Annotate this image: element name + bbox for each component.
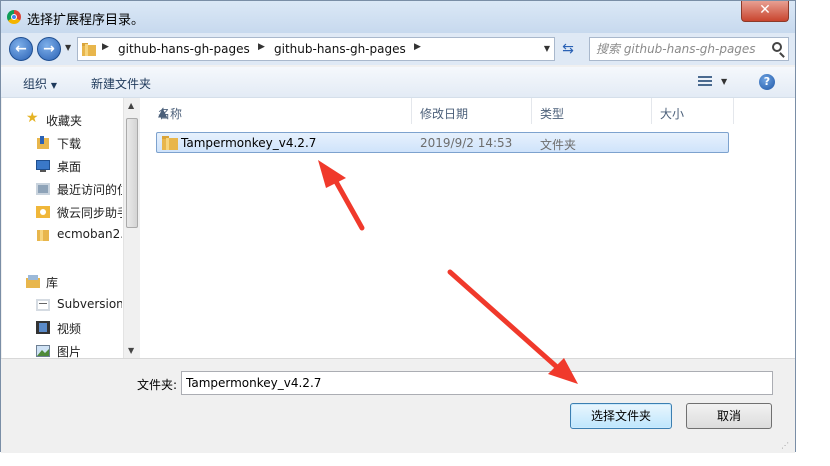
- nav-item-pictures[interactable]: 图片: [2, 341, 122, 358]
- file-dialog: 选择扩展程序目录。 ✕ ← → ▼ ▶ github-hans-gh-pages…: [0, 0, 796, 453]
- nav-item-label: 最近访问的位: [57, 183, 122, 197]
- folder-icon: [82, 43, 96, 56]
- nav-item-downloads[interactable]: 下载: [2, 133, 122, 153]
- file-row[interactable]: Tampermonkey_v4.2.7 2019/9/2 14:53 文件夹: [156, 132, 729, 153]
- star-icon: ★: [26, 110, 39, 126]
- search-input[interactable]: [596, 41, 762, 57]
- recent-locations-dropdown-icon[interactable]: ▼: [65, 43, 71, 52]
- select-folder-button[interactable]: 选择文件夹: [570, 403, 672, 429]
- nav-item-label: 图片: [57, 345, 82, 358]
- column-header-label: 类型: [540, 107, 565, 121]
- address-bar[interactable]: ▶ github-hans-gh-pages ▶ github-hans-gh-…: [77, 37, 555, 61]
- nav-group-libraries[interactable]: 库: [2, 272, 122, 292]
- cloud-sync-icon: [36, 206, 50, 218]
- nav-item-ecmoban[interactable]: ecmoban2.: [2, 225, 122, 245]
- nav-item-label: 视频: [57, 322, 82, 336]
- nav-item-label: ecmoban2.: [57, 227, 122, 241]
- sort-up-icon: ▲: [158, 105, 168, 119]
- nav-item-subversion[interactable]: Subversion: [2, 295, 122, 315]
- forward-button[interactable]: →: [37, 37, 61, 61]
- dialog-title: 选择扩展程序目录。: [27, 13, 145, 28]
- nav-item-label: 桌面: [57, 160, 82, 174]
- downloads-folder-icon: [37, 136, 49, 149]
- cancel-button[interactable]: 取消: [686, 403, 772, 429]
- back-button[interactable]: ←: [9, 37, 33, 61]
- navigation-pane: ★ 收藏夹 下载 桌面 最近访问的位 微云同步助手 ecmoban2. 库 Su…: [2, 98, 139, 358]
- chevron-down-icon: ▼: [50, 81, 57, 90]
- title-bar: 选择扩展程序目录。 ✕: [1, 1, 795, 33]
- view-dropdown-icon[interactable]: ▼: [721, 77, 727, 86]
- nav-item-label: 微云同步助手: [57, 206, 122, 220]
- nav-item-label: Subversion: [57, 297, 122, 311]
- file-modified: 2019/9/2 14:53: [420, 136, 513, 150]
- nav-item-label: 下载: [57, 137, 82, 151]
- subversion-icon: [36, 299, 50, 311]
- desktop-icon: [36, 160, 50, 172]
- refresh-button[interactable]: ⇆: [557, 37, 579, 61]
- nav-item-desktop[interactable]: 桌面: [2, 156, 122, 176]
- pictures-icon: [36, 345, 50, 357]
- view-options-icon[interactable]: [698, 76, 712, 88]
- scroll-down-icon[interactable]: ▼: [128, 346, 134, 355]
- folder-icon: [162, 136, 178, 150]
- recent-places-icon: [36, 183, 50, 195]
- column-header-label: 大小: [660, 107, 685, 121]
- dialog-footer: 文件夹: 选择文件夹 取消 ⋰: [1, 358, 795, 453]
- navigation-bar: ← → ▼ ▶ github-hans-gh-pages ▶ github-ha…: [1, 33, 795, 65]
- breadcrumb-item[interactable]: github-hans-gh-pages: [118, 42, 250, 56]
- file-name: Tampermonkey_v4.2.7: [181, 136, 317, 150]
- folder-name-input[interactable]: [181, 371, 773, 395]
- nav-group-label: 收藏夹: [46, 114, 83, 128]
- scroll-up-icon[interactable]: ▲: [128, 101, 134, 110]
- folder-icon: [37, 230, 49, 241]
- search-box[interactable]: [589, 37, 789, 61]
- command-toolbar: 组织 ▼ 新建文件夹 ▼ ?: [1, 67, 795, 98]
- file-type: 文件夹: [540, 138, 577, 152]
- column-header-type[interactable]: 类型: [532, 98, 652, 124]
- breadcrumb-arrow-icon[interactable]: ▶: [258, 42, 265, 52]
- column-header-label: 修改日期: [420, 107, 469, 121]
- nav-pane-scrollbar[interactable]: ▲ ▼: [123, 98, 139, 358]
- column-header-name[interactable]: 名称 ▲: [150, 98, 412, 124]
- library-icon: [26, 275, 40, 288]
- nav-item-recent[interactable]: 最近访问的位: [2, 179, 122, 199]
- nav-item-weiyun[interactable]: 微云同步助手: [2, 202, 122, 222]
- search-icon[interactable]: [772, 42, 782, 52]
- column-header-size[interactable]: 大小: [652, 98, 734, 124]
- breadcrumb-arrow-icon[interactable]: ▶: [414, 42, 421, 52]
- video-icon: [36, 321, 50, 334]
- file-list: 名称 ▲ 修改日期 类型 大小 Tampermonkey_v4.2.7 2019…: [140, 98, 795, 358]
- breadcrumb-item[interactable]: github-hans-gh-pages: [274, 42, 406, 56]
- new-folder-button[interactable]: 新建文件夹: [91, 75, 151, 92]
- address-dropdown-icon[interactable]: ▼: [544, 44, 550, 53]
- column-header-modified[interactable]: 修改日期: [412, 98, 532, 124]
- resize-grip-icon[interactable]: ⋰: [781, 441, 791, 451]
- nav-group-label: 库: [46, 276, 59, 290]
- breadcrumb-arrow-icon[interactable]: ▶: [102, 42, 109, 52]
- nav-item-videos[interactable]: 视频: [2, 318, 122, 338]
- folder-label: 文件夹:: [137, 378, 178, 392]
- help-icon[interactable]: ?: [759, 74, 775, 90]
- scrollbar-thumb[interactable]: [126, 118, 138, 228]
- chrome-icon: [7, 10, 21, 24]
- organize-label: 组织: [23, 77, 48, 91]
- nav-group-favorites[interactable]: ★ 收藏夹: [2, 110, 122, 130]
- close-button[interactable]: ✕: [741, 1, 789, 22]
- organize-menu[interactable]: 组织 ▼: [23, 75, 57, 92]
